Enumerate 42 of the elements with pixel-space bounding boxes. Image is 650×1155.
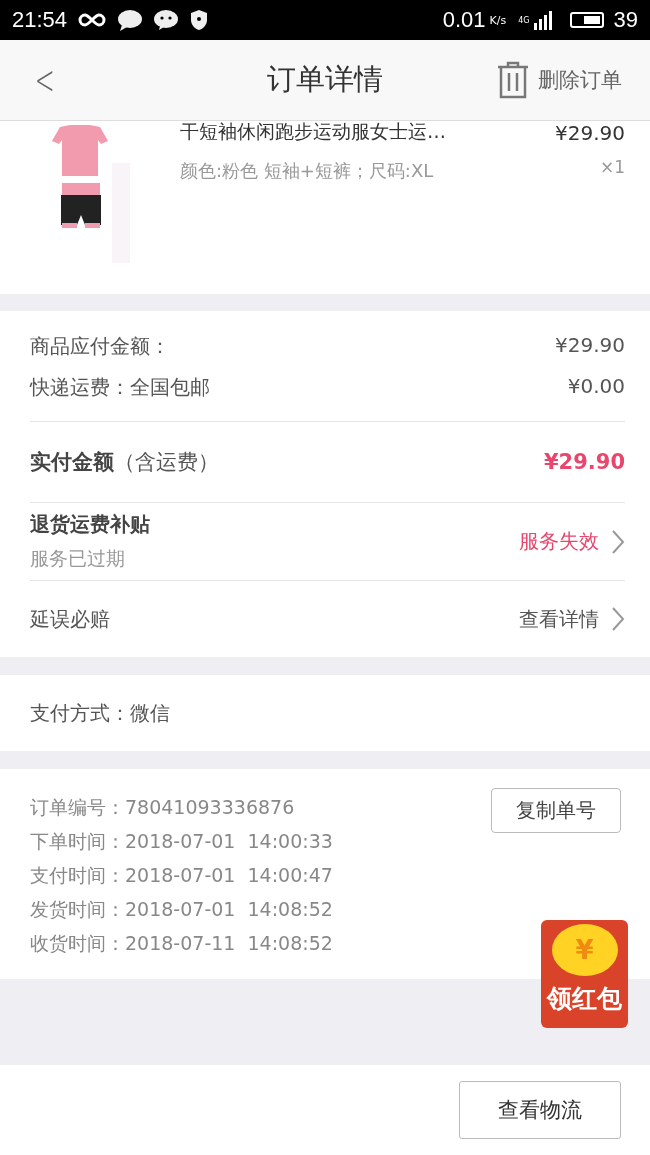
order-info-line: 支付时间：2018-07-01 14:00:47: [30, 863, 333, 888]
view-logistics-button[interactable]: 查看物流: [459, 1081, 621, 1139]
chat-face-icon: [153, 9, 180, 31]
delete-order-button[interactable]: 删除订单: [496, 61, 622, 99]
product-quantity: ×1: [599, 157, 625, 177]
amount-label: 快递运费：全国包邮: [30, 374, 210, 401]
order-info-line: 下单时间：2018-07-01 14:00:33: [30, 829, 333, 854]
service-link[interactable]: 服务失效: [519, 528, 599, 555]
shield-icon: [189, 9, 210, 31]
order-info-line: 发货时间：2018-07-01 14:08:52: [30, 897, 333, 922]
product-price: ¥29.90: [555, 121, 625, 145]
order-info-line: 订单编号：78041093336876: [30, 795, 296, 820]
payment-method: 支付方式：微信: [30, 699, 170, 727]
service-title: 退货运费补贴: [30, 511, 151, 538]
back-button[interactable]: <: [34, 57, 55, 103]
chevron-right-icon: [611, 528, 625, 555]
total-label: 实付金额: [30, 449, 114, 476]
product-title: 干短袖休闲跑步运动服女士运…: [180, 119, 447, 144]
network-speed: 0.01: [442, 7, 486, 33]
product-spec: 颜色:粉色 短袖+短裤；尺码:XL: [180, 159, 435, 183]
total-note: （含运费）: [114, 449, 219, 476]
envelope-button[interactable]: ¥ 领红包: [541, 920, 628, 1028]
speed-unit: K/s: [489, 13, 507, 27]
page-title: 订单详情: [267, 61, 383, 98]
service-subtitle: 服务已过期: [30, 546, 126, 571]
battery-percent: 39: [613, 7, 638, 33]
coin-icon: ¥: [551, 924, 618, 976]
trash-icon: [496, 61, 530, 99]
amount-value: ¥0.00: [567, 374, 625, 400]
service-link[interactable]: 查看详情: [519, 605, 599, 633]
chevron-right-icon: [611, 606, 625, 632]
battery-icon: [569, 12, 604, 28]
chat-bubble-icon: [117, 9, 144, 31]
clock-time: 21:54: [12, 7, 68, 33]
amount-value: ¥29.90: [555, 333, 625, 359]
infinity-icon: [77, 12, 108, 28]
total-amount: ¥29.90: [543, 450, 625, 474]
amount-label: 商品应付金额：: [30, 333, 170, 360]
copy-order-number-button[interactable]: 复制单号: [491, 788, 621, 833]
order-info-line: 收货时间：2018-07-11 14:08:52: [30, 931, 333, 956]
network-type: 4G: [518, 16, 530, 25]
service-title: 延误必赔: [30, 605, 111, 633]
